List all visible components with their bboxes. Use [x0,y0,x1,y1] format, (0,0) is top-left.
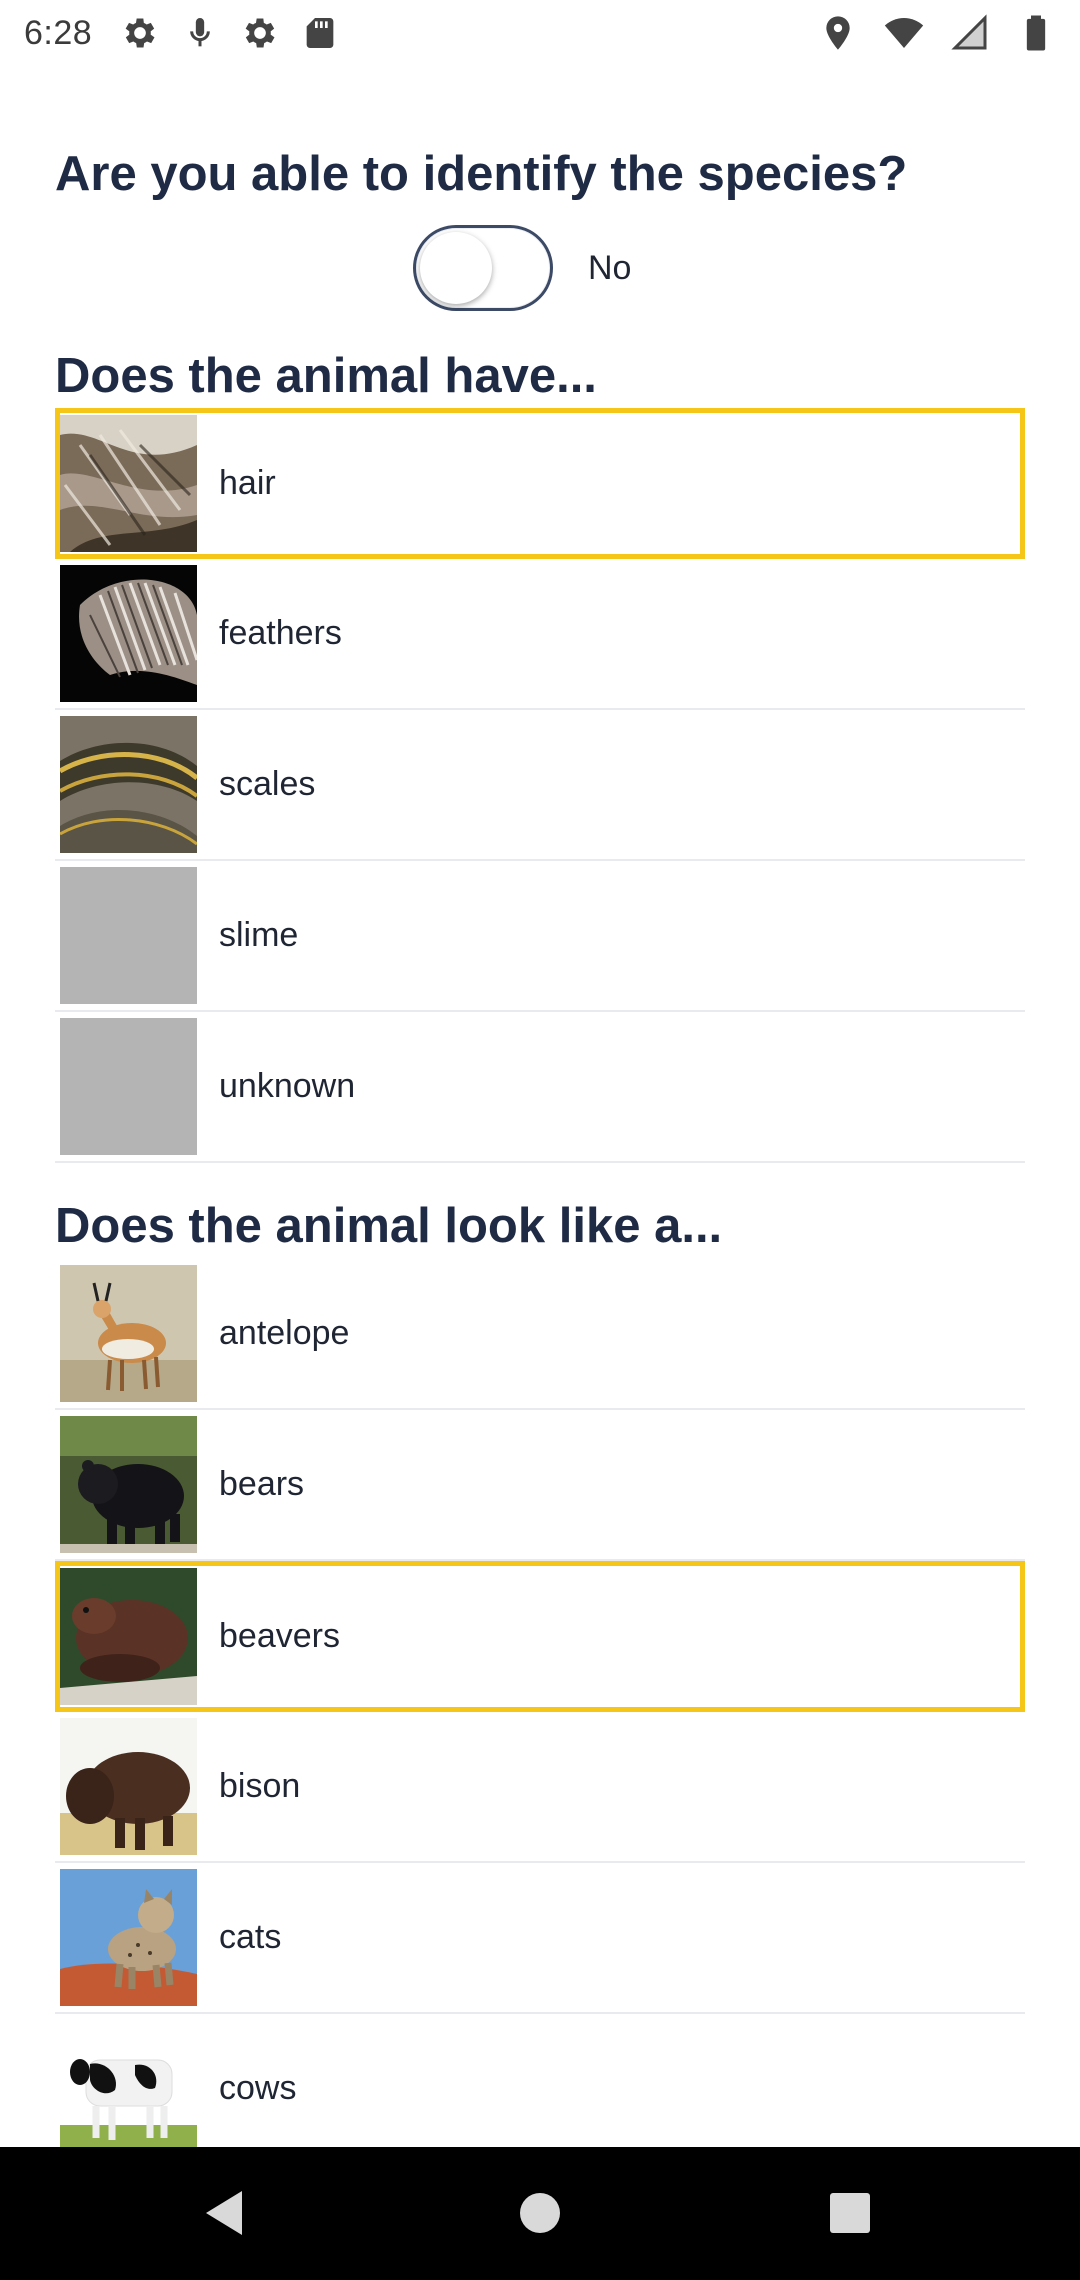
option-label: unknown [219,1067,356,1105]
snake-scales-thumbnail [60,716,197,853]
status-time: 6:28 [24,13,93,52]
option-label: hair [219,464,276,502]
gear-icon [125,18,155,48]
covering-section-title: Does the animal have... [55,349,597,403]
status-bar: 6:28 [0,0,1080,66]
status-right [792,13,1056,53]
option-label: bison [219,1767,301,1805]
bear-thumbnail [60,1416,197,1553]
option-label: feathers [219,614,342,652]
option-label: cows [219,2069,297,2107]
signal-icon [951,14,987,50]
option-label: bears [219,1465,305,1503]
option-antelope[interactable]: antelope [55,1259,1025,1410]
bison-thumbnail [60,1718,197,1855]
beaver-thumbnail [60,1568,197,1705]
battery-icon [1026,15,1046,51]
placeholder-thumbnail [60,867,197,1004]
status-left: 6:28 [24,13,360,53]
home-icon[interactable] [514,2187,566,2239]
lookalike-options-list: antelope bears beavers bison cats cows [55,1259,1025,2165]
option-cows[interactable]: cows [55,2014,1025,2165]
option-bison[interactable]: bison [55,1712,1025,1863]
toggle-knob [420,232,492,304]
option-label: slime [219,916,299,954]
recents-icon[interactable] [824,2187,876,2239]
identify-toggle-row: No [413,225,631,311]
option-scales[interactable]: scales [55,710,1025,861]
identify-species-toggle[interactable] [413,225,553,311]
fur-thumbnail [60,415,197,552]
option-hair[interactable]: hair [55,408,1025,559]
option-bears[interactable]: bears [55,1410,1025,1561]
option-cats[interactable]: cats [55,1863,1025,2014]
option-label: beavers [219,1617,340,1655]
placeholder-thumbnail [60,1018,197,1155]
navigation-bar [0,2147,1080,2280]
cow-thumbnail [60,2020,197,2157]
gear-icon [245,18,275,48]
option-label: scales [219,765,316,803]
option-label: antelope [219,1314,350,1352]
wifi-icon [884,18,924,48]
location-icon [826,16,850,50]
option-feathers[interactable]: feathers [55,559,1025,710]
back-icon[interactable] [198,2187,250,2239]
sd-card-icon [306,18,334,48]
feather-thumbnail [60,565,197,702]
covering-options-list: hair feathers scales slime unknown [55,408,1025,1163]
toggle-state-label: No [588,248,632,287]
species-question-title: Are you able to identify the species? [55,147,908,201]
bobcat-thumbnail [60,1869,197,2006]
option-beavers[interactable]: beavers [55,1561,1025,1712]
antelope-thumbnail [60,1265,197,1402]
option-unknown[interactable]: unknown [55,1012,1025,1163]
option-label: cats [219,1918,282,1956]
option-slime[interactable]: slime [55,861,1025,1012]
microphone-icon [190,18,211,47]
lookalike-section-title: Does the animal look like a... [55,1199,723,1253]
